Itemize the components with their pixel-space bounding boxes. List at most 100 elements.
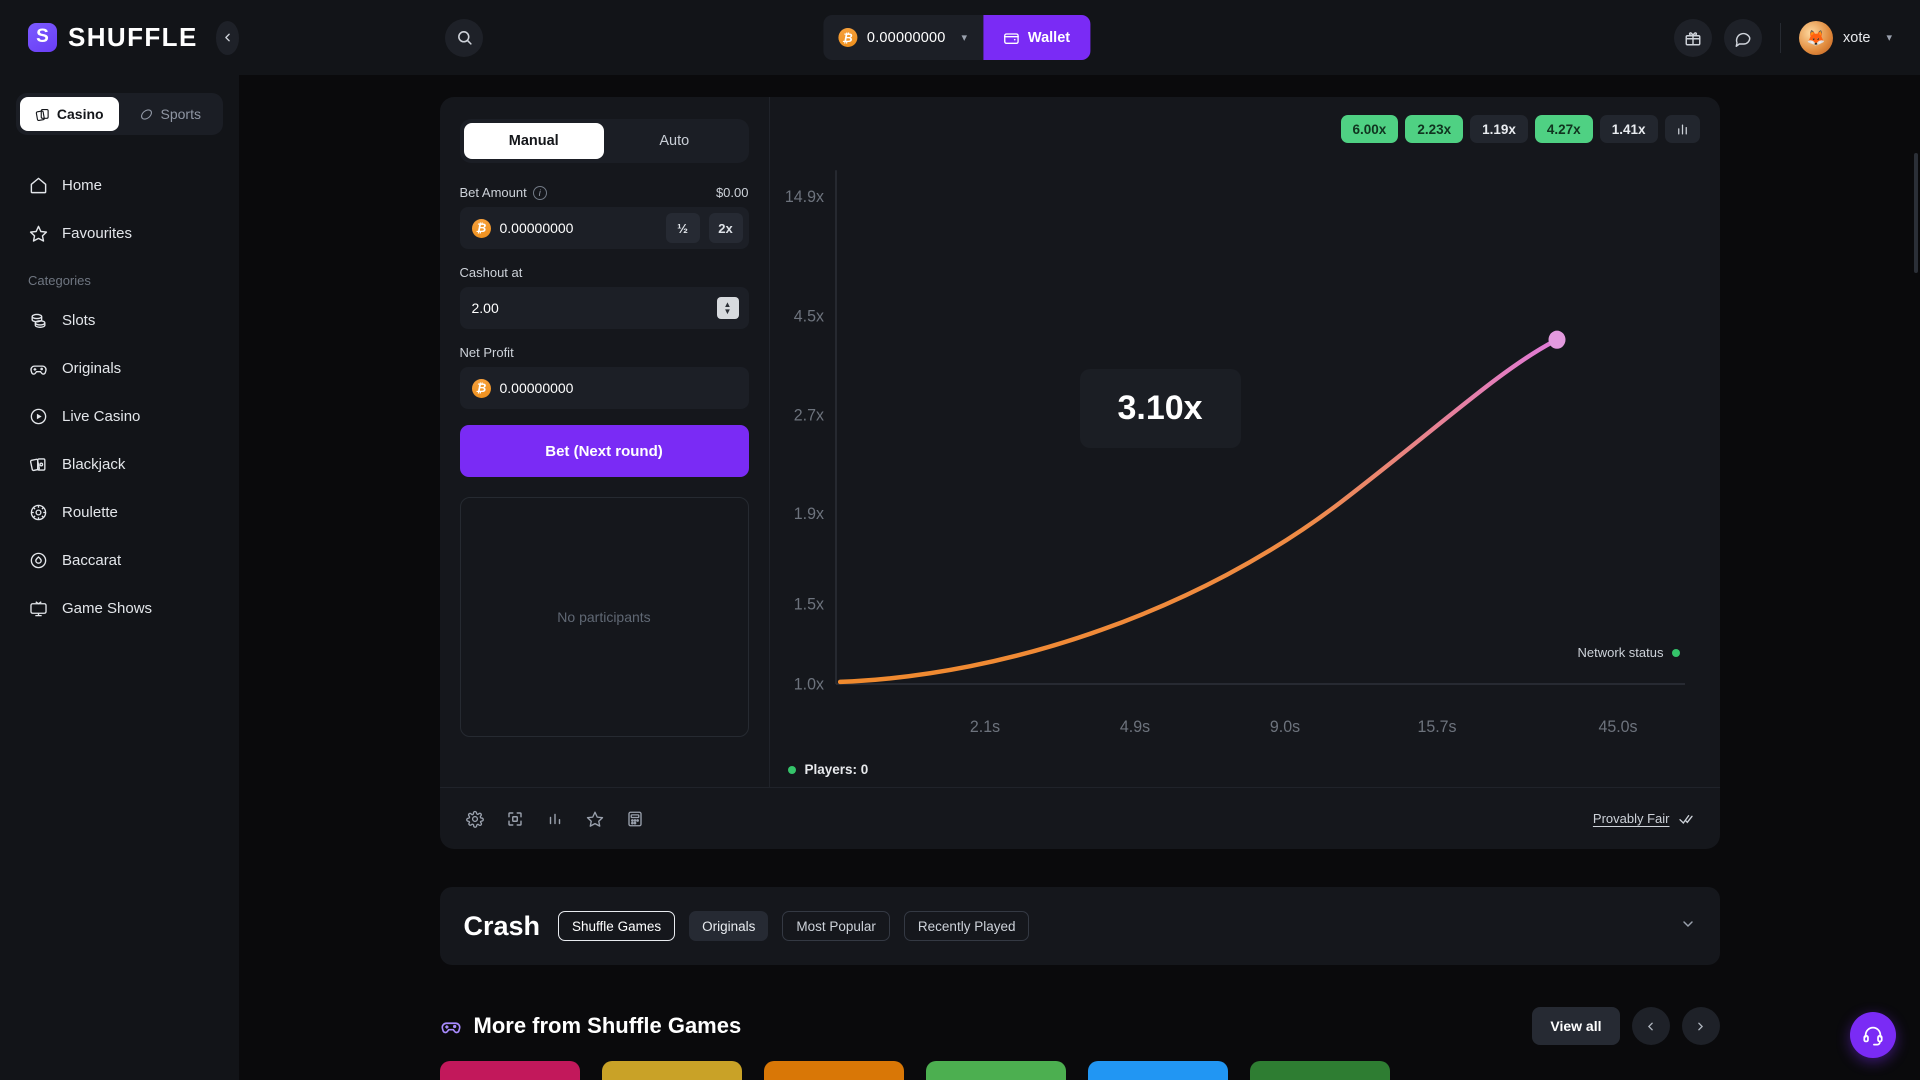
gift-button[interactable] bbox=[1674, 18, 1713, 57]
game-thumbnail[interactable] bbox=[1087, 1061, 1228, 1080]
brand-name: SHUFFLE bbox=[68, 22, 198, 52]
chip-most-popular[interactable]: Most Popular bbox=[782, 911, 890, 941]
game-thumbnail[interactable] bbox=[601, 1061, 742, 1080]
sidebar-item-live-casino[interactable]: Live Casino bbox=[16, 392, 223, 440]
chip-recently-played[interactable]: Recently Played bbox=[903, 911, 1030, 941]
more-section-header: More from Shuffle Games View all bbox=[440, 1007, 1720, 1045]
view-all-button[interactable]: View all bbox=[1532, 1007, 1620, 1045]
sidebar-item-label: Favourites bbox=[62, 224, 133, 242]
sidebar-item-slots[interactable]: Slots bbox=[16, 296, 223, 344]
star-icon[interactable] bbox=[586, 810, 604, 828]
bet-panel: Manual Auto Bet Amount i $0.00 ₿ 0.00000… bbox=[440, 97, 770, 787]
history-badge[interactable]: 1.41x bbox=[1599, 115, 1658, 143]
support-button[interactable] bbox=[1850, 1012, 1896, 1058]
manual-auto-tabs: Manual Auto bbox=[459, 119, 749, 163]
wallet-group: ₿ 0.00000000 ▾ Wallet bbox=[822, 15, 1091, 60]
history-badge[interactable]: 2.23x bbox=[1405, 115, 1464, 143]
chevron-down-icon: ▾ bbox=[961, 32, 968, 44]
sidebar-item-roulette[interactable]: Roulette bbox=[16, 488, 223, 536]
balance-value: 0.00000000 bbox=[866, 29, 946, 46]
play-circle-icon bbox=[28, 406, 48, 426]
cards-stack-icon bbox=[28, 454, 48, 474]
balance-selector[interactable]: ₿ 0.00000000 ▾ bbox=[822, 15, 983, 60]
sidebar-item-home[interactable]: Home bbox=[16, 161, 223, 209]
game-thumbnail[interactable] bbox=[763, 1061, 904, 1080]
sidebar-item-game-shows[interactable]: Game Shows bbox=[16, 584, 223, 632]
calculator-icon[interactable] bbox=[626, 810, 644, 828]
baccarat-icon bbox=[28, 550, 48, 570]
net-profit-field: ₿ 0.00000000 bbox=[459, 367, 749, 409]
user-menu[interactable]: 🦊 xote ▾ bbox=[1799, 20, 1892, 55]
sidebar-item-blackjack[interactable]: Blackjack bbox=[16, 440, 223, 488]
expand-button[interactable] bbox=[1680, 916, 1696, 937]
tab-auto[interactable]: Auto bbox=[604, 123, 745, 159]
bet-amount-input[interactable]: ₿ 0.00000000 ½ 2x bbox=[459, 207, 749, 249]
wallet-button[interactable]: Wallet bbox=[982, 15, 1091, 60]
net-profit-value: 0.00000000 bbox=[499, 380, 574, 396]
crash-curve-svg: 14.9x 4.5x 2.7x 1.9x 1.5x 1.0x 2.1s 4.9s… bbox=[784, 170, 1685, 737]
sidebar-item-label: Home bbox=[62, 176, 103, 194]
wallet-icon bbox=[1003, 32, 1019, 44]
game-thumbnail[interactable] bbox=[439, 1061, 580, 1080]
sidebar-item-originals[interactable]: Originals bbox=[16, 344, 223, 392]
chip-originals[interactable]: Originals bbox=[689, 911, 769, 941]
page-scrollbar[interactable] bbox=[1914, 153, 1918, 273]
svg-text:2.1s: 2.1s bbox=[969, 717, 999, 737]
history-badge[interactable]: 1.19x bbox=[1470, 115, 1528, 143]
top-header: S SHUFFLE ₿ 0.00000000 ▾ Wallet 🦊 xote ▾ bbox=[0, 0, 1920, 75]
sidebar-item-sports[interactable]: Sports bbox=[121, 97, 220, 131]
carousel-prev-button[interactable] bbox=[1631, 1007, 1670, 1045]
double-bet-button[interactable]: 2x bbox=[708, 213, 743, 243]
history-chart-button[interactable] bbox=[1664, 115, 1700, 143]
gear-icon[interactable] bbox=[465, 810, 484, 828]
search-button[interactable] bbox=[445, 18, 483, 57]
svg-text:9.0s: 9.0s bbox=[1269, 717, 1299, 737]
history-badge[interactable]: 6.00x bbox=[1340, 115, 1399, 143]
game-thumbnail[interactable] bbox=[925, 1061, 1066, 1080]
sidebar-item-label: Roulette bbox=[62, 503, 118, 521]
chevron-left-icon bbox=[225, 33, 230, 42]
half-bet-button[interactable]: ½ bbox=[665, 213, 700, 243]
username-label: xote bbox=[1843, 29, 1871, 46]
sidebar-collapse-button[interactable] bbox=[215, 20, 239, 55]
sidebar-item-baccarat[interactable]: Baccarat bbox=[16, 536, 223, 584]
gamepad-icon bbox=[28, 358, 48, 378]
football-icon bbox=[140, 108, 152, 120]
sidebar-item-casino[interactable]: Casino bbox=[20, 97, 119, 131]
categories-heading: Categories bbox=[28, 273, 91, 288]
provably-fair-link[interactable]: Provably Fair bbox=[1593, 811, 1694, 827]
svg-text:4.9s: 4.9s bbox=[1119, 717, 1149, 737]
chevron-down-icon: ▾ bbox=[1886, 32, 1892, 44]
history-badge[interactable]: 4.27x bbox=[1534, 115, 1593, 143]
multiplier-history: 6.00x 2.23x 1.19x 4.27x 1.41x bbox=[780, 115, 1700, 143]
net-profit-label-row: Net Profit bbox=[460, 345, 749, 360]
chat-button[interactable] bbox=[1724, 18, 1763, 57]
sidebar-item-label: Originals bbox=[62, 359, 122, 377]
bitcoin-icon: ₿ bbox=[471, 378, 491, 398]
carousel-next-button[interactable] bbox=[1681, 1007, 1720, 1045]
bet-amount-value: 0.00000000 bbox=[499, 220, 574, 236]
svg-text:15.7s: 15.7s bbox=[1417, 717, 1456, 737]
info-icon[interactable]: i bbox=[532, 185, 547, 200]
network-status: Network status bbox=[1578, 645, 1680, 660]
bet-button[interactable]: Bet (Next round) bbox=[459, 425, 749, 477]
tab-manual[interactable]: Manual bbox=[463, 123, 604, 159]
chat-icon bbox=[1735, 32, 1751, 47]
stats-icon[interactable] bbox=[546, 810, 564, 828]
bitcoin-icon: ₿ bbox=[837, 28, 857, 47]
bitcoin-icon: ₿ bbox=[471, 218, 491, 238]
cashout-label: Cashout at bbox=[459, 265, 523, 280]
sidebar-item-label: Baccarat bbox=[62, 551, 122, 569]
home-icon bbox=[28, 175, 48, 195]
fullscreen-icon[interactable] bbox=[506, 810, 524, 828]
sidebar-item-label: Live Casino bbox=[62, 407, 141, 425]
cashout-input[interactable]: 2.00 ▲ ▼ bbox=[459, 287, 749, 329]
game-thumbnail[interactable] bbox=[1249, 1061, 1390, 1080]
tab-manual-label: Manual bbox=[508, 133, 559, 149]
stepper-updown-icon[interactable]: ▲ ▼ bbox=[716, 297, 739, 319]
chevron-down-icon bbox=[1682, 920, 1693, 927]
sidebar-item-favourites[interactable]: Favourites bbox=[16, 209, 223, 257]
check-icon bbox=[1678, 814, 1693, 824]
brand-logo[interactable]: S SHUFFLE bbox=[28, 22, 198, 53]
chip-shuffle-games[interactable]: Shuffle Games bbox=[558, 911, 676, 941]
